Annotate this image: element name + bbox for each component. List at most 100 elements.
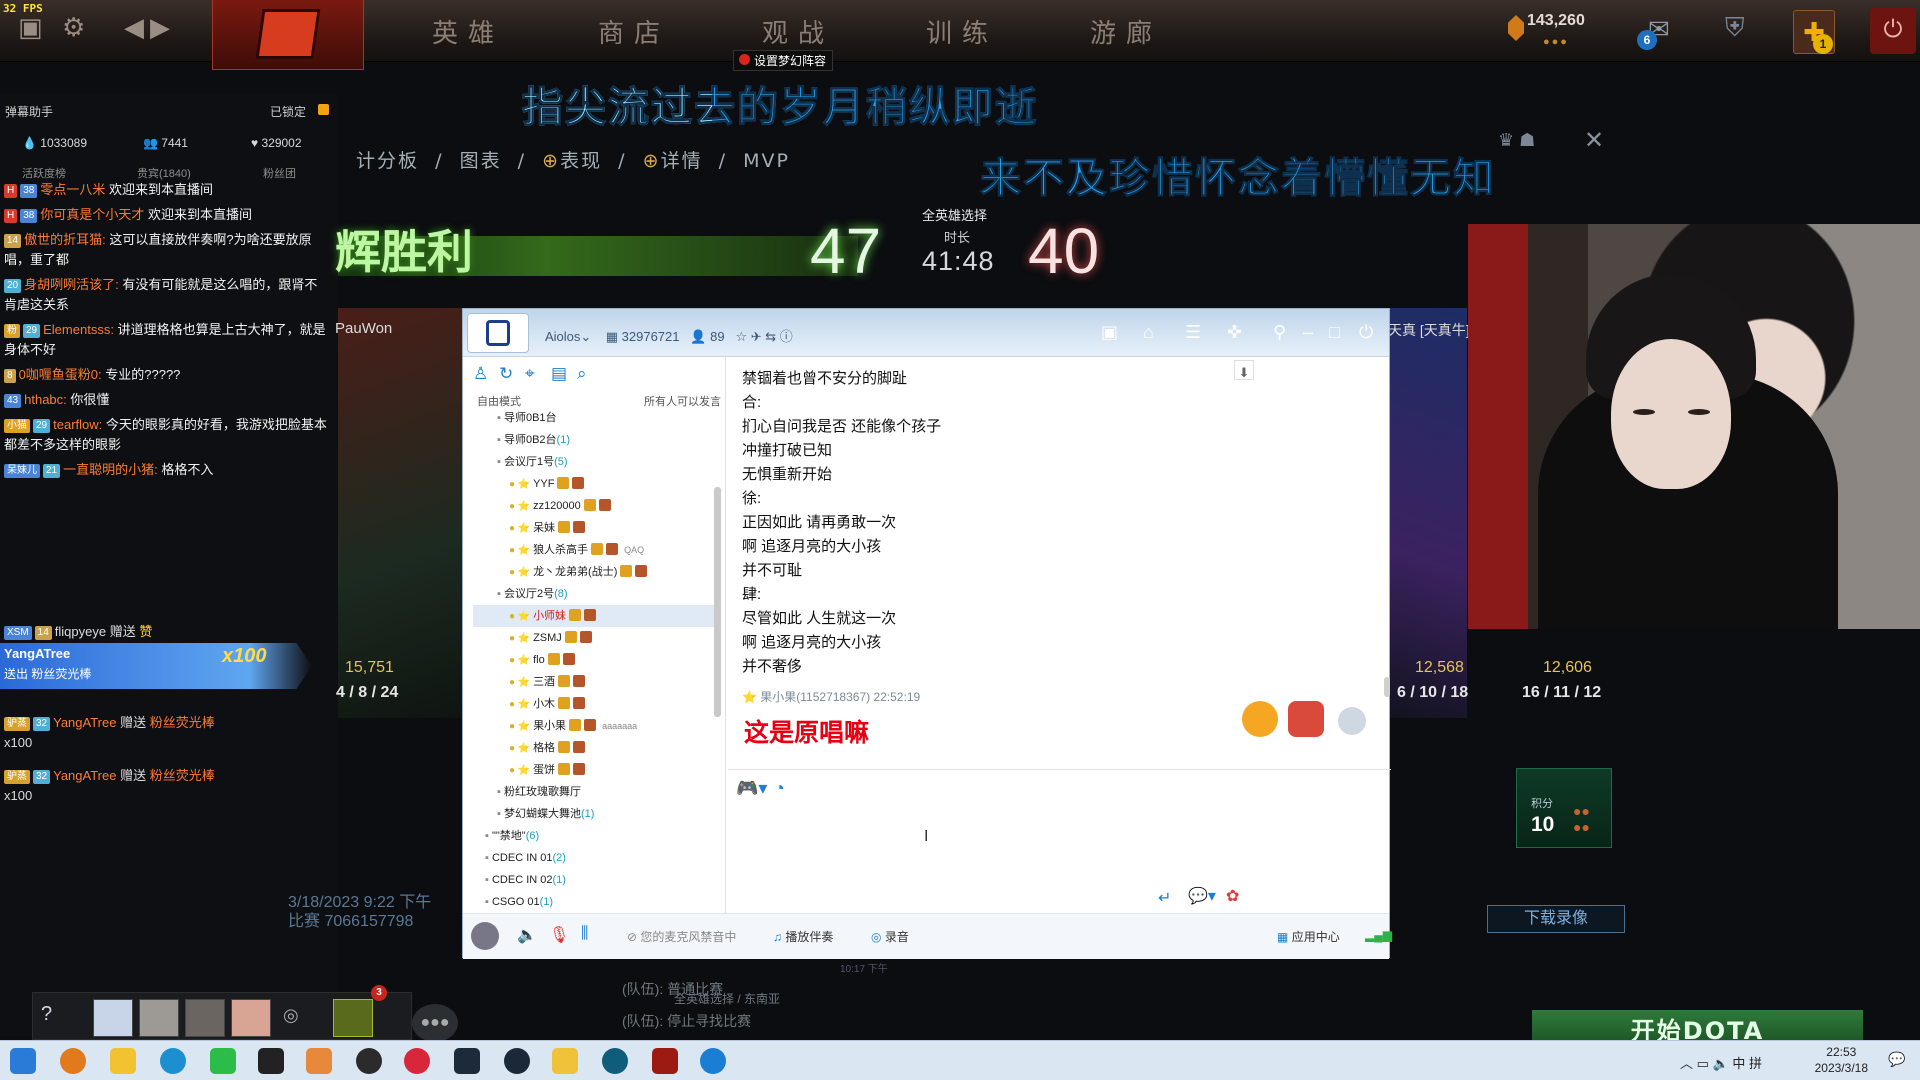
minimize-icon[interactable]: – [1303, 322, 1313, 343]
avatar[interactable] [93, 999, 133, 1037]
search-icon[interactable]: ⌕ [577, 364, 587, 384]
avatar[interactable] [185, 999, 225, 1037]
avatar[interactable] [139, 999, 179, 1037]
notification-center-icon[interactable]: 💬 [1888, 1051, 1905, 1068]
list-icon[interactable]: ☰ [1185, 322, 1201, 343]
back-arrow-icon[interactable]: ◀ [124, 12, 144, 43]
maximize-icon[interactable]: □ [1329, 322, 1340, 343]
speaker-icon[interactable]: 🔈 [517, 925, 537, 945]
tab-performance[interactable]: 表现 [560, 150, 602, 172]
channel-member[interactable]: ● ⭐ 小师妹 [473, 605, 721, 627]
avatar[interactable] [231, 999, 271, 1037]
flower-icon[interactable]: ✿ [1226, 886, 1239, 906]
channel-item[interactable]: ▪ 粉红玫瑰歌舞厅 [473, 781, 721, 803]
channel-member[interactable]: ● ⭐ 小木 [473, 693, 721, 715]
channel-item[interactable]: ▪ 会议厅2号(8) [473, 583, 721, 605]
equalizer-icon[interactable]: ⫼ [581, 925, 588, 943]
friends-icon[interactable]: ●●● [412, 1004, 458, 1042]
dota-logo-button[interactable] [212, 0, 364, 70]
inventory-icon[interactable] [333, 999, 373, 1037]
gift-box-icon[interactable] [1288, 701, 1324, 737]
settings-round-icon[interactable] [1338, 707, 1366, 735]
channel-member[interactable]: ● ⭐ 龙丶龙弟弟(战士) [473, 561, 721, 583]
lock-icon[interactable] [318, 104, 329, 115]
channel-member[interactable]: ● ⭐ 狼人杀高手 QAQ [473, 539, 721, 561]
location-icon[interactable]: ⌖ [525, 364, 535, 384]
record-button[interactable]: ◎ 录音 [871, 928, 909, 945]
channel-member[interactable]: ● ⭐ zz120000 [473, 495, 721, 517]
channel-member[interactable]: ● ⭐ 三酒 [473, 671, 721, 693]
pin-icon[interactable]: ⚲ [1273, 322, 1286, 343]
app-icon[interactable] [306, 1048, 332, 1074]
message-input[interactable]: 🎮▾ ◔ I ↵ 💬▾ ✿ [728, 769, 1391, 913]
dota-icon[interactable] [652, 1048, 678, 1074]
channel-member[interactable]: ● ⭐ 蛋饼 [473, 759, 721, 781]
yy-voice-icon[interactable] [552, 1048, 578, 1074]
user-icon[interactable]: ♙ [473, 364, 488, 384]
file-explorer-icon[interactable] [110, 1048, 136, 1074]
wechat-icon[interactable] [210, 1048, 236, 1074]
steam-icon[interactable] [504, 1048, 530, 1074]
emoji-gamepad-icon[interactable]: 🎮▾ [736, 778, 767, 799]
danmu-locked[interactable]: 已锁定 [270, 103, 306, 120]
channel-item[interactable]: ▪ ""禁地"(6) [473, 825, 721, 847]
mic-muted-icon[interactable]: 🎙 [549, 925, 569, 945]
app-icon[interactable] [602, 1048, 628, 1074]
obs-icon[interactable] [258, 1048, 284, 1074]
channel-member[interactable]: ● ⭐ 果小果 aaaaaaa [473, 715, 721, 737]
home-icon[interactable]: ⌂ [1143, 322, 1154, 343]
tab-graphs[interactable]: 图表 [460, 150, 502, 172]
chat-scrollbar[interactable] [1384, 677, 1390, 697]
avatar[interactable] [471, 922, 499, 950]
channel-item[interactable]: ▪ CDEC IN 01(2) [473, 847, 721, 869]
netease-music-icon[interactable] [404, 1048, 430, 1074]
app-icon[interactable] [356, 1048, 382, 1074]
nav-watch[interactable]: 观战 [762, 13, 834, 50]
channel-member[interactable]: ● ⭐ YYF [473, 473, 721, 495]
notes-icon[interactable]: ▤ [551, 364, 567, 384]
nav-learn[interactable]: 训练 [926, 13, 998, 50]
taskbar-clock[interactable]: 22:53 2023/3/18 [1815, 1044, 1868, 1076]
channel-item[interactable]: ▪ 梦幻蝴蝶大舞池(1) [473, 803, 721, 825]
channel-member[interactable]: ● ⭐ flo [473, 649, 721, 671]
channel-item[interactable]: ▪ 会议厅1号(5) [473, 451, 721, 473]
windows-start-icon[interactable] [10, 1048, 36, 1074]
tab-mvp[interactable]: MVP [743, 150, 790, 172]
crown-icon[interactable]: ♛ ☗ [1498, 130, 1535, 151]
battle-pass-icon[interactable]: ⛨ [1725, 12, 1745, 44]
dashboard-icon[interactable]: ▣ [18, 12, 43, 43]
app-center-button[interactable]: ▦ 应用中心 [1277, 928, 1340, 945]
channel-item[interactable]: ▪ 导师0B2台(1) [473, 429, 721, 451]
system-tray[interactable]: ︿ ▭ 🔈 中 拼 [1680, 1053, 1762, 1072]
help-icon[interactable]: ? [41, 1003, 52, 1026]
tab-scoreboard[interactable]: 计分板 [356, 150, 419, 172]
gamepad-icon[interactable]: ✜ [1227, 322, 1242, 343]
forward-arrow-icon[interactable]: ▶ [150, 12, 170, 43]
download-replay-button[interactable]: 下载录像 [1487, 905, 1625, 933]
gear-icon[interactable]: ⚙ [62, 12, 85, 43]
channel-member[interactable]: ● ⭐ 格格 [473, 737, 721, 759]
edge-icon[interactable] [160, 1048, 186, 1074]
scroll-down-icon[interactable]: ⬇ [1234, 360, 1254, 380]
nav-arcade[interactable]: 游廊 [1090, 13, 1162, 50]
channel-member[interactable]: ● ⭐ ZSMJ [473, 627, 721, 649]
tree-scrollbar[interactable] [714, 487, 721, 717]
power-icon[interactable]: ⏻ [1870, 8, 1916, 54]
room-logo[interactable] [467, 313, 529, 353]
nav-store[interactable]: 商店 [598, 13, 670, 50]
video-icon[interactable]: ▣ [1101, 322, 1118, 343]
gift-icon[interactable] [1242, 701, 1278, 737]
send-enter-icon[interactable]: ↵ [1158, 888, 1171, 908]
bubble-icon[interactable]: 💬▾ [1188, 886, 1216, 906]
channel-item[interactable]: ▪ CDEC IN 02(1) [473, 869, 721, 891]
channel-member[interactable]: ● ⭐ 呆妹 [473, 517, 721, 539]
close-icon[interactable]: ✕ [1584, 126, 1604, 155]
refresh-icon[interactable]: ↻ [499, 364, 513, 384]
terminal-icon[interactable] [454, 1048, 480, 1074]
search-icon[interactable] [60, 1048, 86, 1074]
accompany-button[interactable]: ♫ 播放伴奏 [773, 928, 833, 945]
tab-details[interactable]: 详情 [661, 150, 703, 172]
kook-icon[interactable] [700, 1048, 726, 1074]
nav-heroes[interactable]: 英雄 [432, 13, 504, 50]
power-icon[interactable]: ⏻ [1359, 322, 1373, 343]
